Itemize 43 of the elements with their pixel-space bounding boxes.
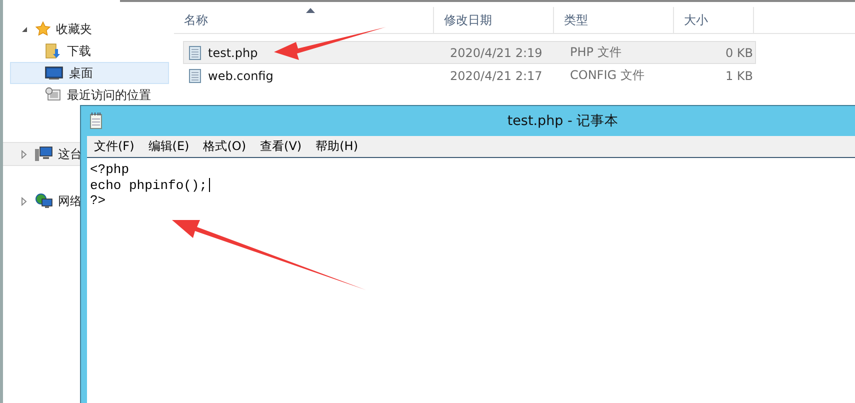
file-size: 0 KB bbox=[724, 46, 754, 60]
computer-icon bbox=[35, 146, 53, 162]
file-type: PHP 文件 bbox=[569, 44, 622, 61]
sidebar-group[interactable]: 网络 bbox=[58, 192, 82, 210]
star-icon bbox=[35, 21, 51, 37]
expand-arrow-icon[interactable] bbox=[21, 196, 27, 206]
text-editor[interactable]: <?php echo phpinfo(); ?> bbox=[87, 158, 855, 403]
expand-arrow-icon[interactable] bbox=[21, 150, 27, 158]
collapse-arrow-icon[interactable] bbox=[21, 26, 28, 32]
menu-item[interactable]: 帮助(H) bbox=[308, 138, 365, 155]
sidebar-group[interactable]: 收藏夹 bbox=[56, 20, 92, 38]
column-header[interactable]: 修改日期 bbox=[434, 7, 554, 33]
code-line: ?> bbox=[90, 193, 106, 208]
file-name: web.config bbox=[208, 68, 274, 82]
network-icon bbox=[35, 193, 53, 209]
text-cursor bbox=[209, 178, 210, 192]
menu-item[interactable]: 查看(V) bbox=[253, 138, 309, 155]
file-name: test.php bbox=[208, 46, 258, 60]
code-line: <?php bbox=[90, 162, 130, 177]
file-row[interactable]: web.config 2020/4/21 2:17 CONFIG 文件 1 KB bbox=[183, 64, 756, 87]
file-type: CONFIG 文件 bbox=[569, 67, 646, 84]
column-header[interactable]: 大小 bbox=[674, 7, 754, 33]
menu-item[interactable]: 格式(O) bbox=[196, 138, 254, 155]
sidebar-item[interactable]: 下载 bbox=[10, 40, 96, 62]
code-line: echo phpinfo(); bbox=[90, 178, 208, 192]
file-size: 1 KB bbox=[724, 68, 754, 82]
column-header[interactable]: 类型 bbox=[554, 7, 674, 33]
window-title: test.php - 记事本 bbox=[506, 112, 619, 130]
recent-places-icon bbox=[45, 87, 61, 103]
text-file-icon bbox=[188, 44, 202, 60]
download-folder-icon bbox=[45, 43, 61, 59]
sort-caret-icon bbox=[306, 8, 314, 13]
file-row[interactable]: test.php 2020/4/21 2:19 PHP 文件 0 KB bbox=[183, 41, 756, 64]
notepad-icon bbox=[89, 112, 103, 129]
desktop-icon bbox=[45, 66, 63, 80]
sidebar-group[interactable]: 这台 bbox=[58, 146, 82, 162]
modified-date: 2020/4/21 2:19 bbox=[449, 46, 544, 60]
modified-date: 2020/4/21 2:17 bbox=[449, 68, 544, 82]
text-file-icon bbox=[188, 68, 202, 84]
sidebar-item[interactable]: 最近访问的位置 bbox=[10, 84, 156, 106]
sidebar-item[interactable]: 桌面 bbox=[10, 62, 169, 84]
menu-item[interactable]: 编辑(E) bbox=[141, 138, 196, 155]
menu-item[interactable]: 文件(F) bbox=[87, 138, 142, 155]
